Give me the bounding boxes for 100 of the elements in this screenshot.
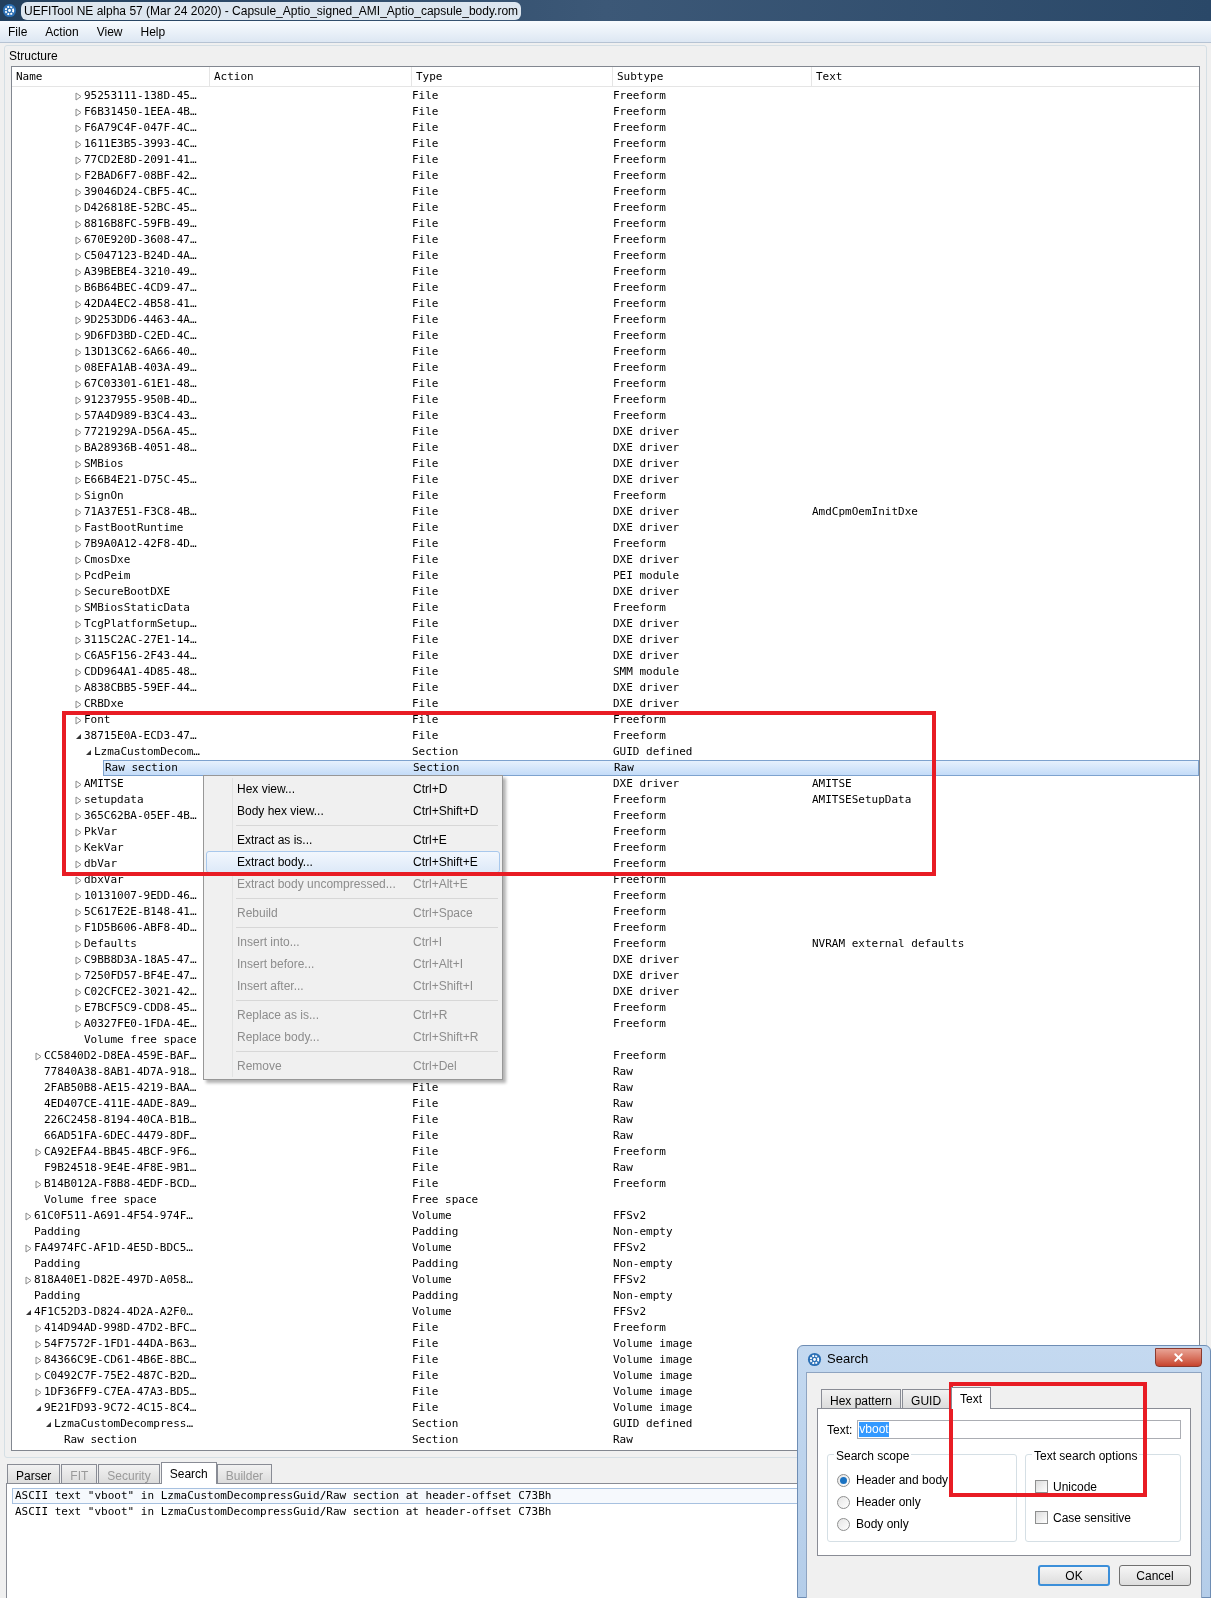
collapsed-triangle-icon[interactable] xyxy=(75,299,82,309)
collapsed-triangle-icon[interactable] xyxy=(75,507,82,517)
collapsed-triangle-icon[interactable] xyxy=(25,1275,32,1285)
collapsed-triangle-icon[interactable] xyxy=(75,91,82,101)
expanded-triangle-icon[interactable] xyxy=(45,1420,52,1428)
checkbox[interactable] xyxy=(1035,1480,1048,1493)
collapsed-triangle-icon[interactable] xyxy=(75,811,82,821)
collapsed-triangle-icon[interactable] xyxy=(35,1387,42,1397)
collapsed-triangle-icon[interactable] xyxy=(75,571,82,581)
radio-option[interactable]: Body only xyxy=(837,1513,1016,1535)
collapsed-triangle-icon[interactable] xyxy=(75,363,82,373)
collapsed-triangle-icon[interactable] xyxy=(75,107,82,117)
dialog-tab[interactable]: Text xyxy=(951,1387,992,1409)
dialog-tab[interactable]: GUID xyxy=(902,1389,951,1408)
collapsed-triangle-icon[interactable] xyxy=(75,795,82,805)
collapsed-triangle-icon[interactable] xyxy=(75,843,82,853)
collapsed-triangle-icon[interactable] xyxy=(75,683,82,693)
column-header[interactable]: Text xyxy=(812,67,1199,87)
collapsed-triangle-icon[interactable] xyxy=(35,1371,42,1381)
collapsed-triangle-icon[interactable] xyxy=(75,1019,82,1029)
selected-tree-row[interactable]: Raw section Section Raw xyxy=(103,760,1199,776)
collapsed-triangle-icon[interactable] xyxy=(75,875,82,885)
collapsed-triangle-icon[interactable] xyxy=(75,939,82,949)
menu-item[interactable]: File xyxy=(2,22,34,41)
collapsed-triangle-icon[interactable] xyxy=(75,139,82,149)
collapsed-triangle-icon[interactable] xyxy=(75,651,82,661)
collapsed-triangle-icon[interactable] xyxy=(75,891,82,901)
collapsed-triangle-icon[interactable] xyxy=(75,491,82,501)
menu-item[interactable]: View xyxy=(90,22,129,41)
radio-button[interactable] xyxy=(837,1517,850,1531)
collapsed-triangle-icon[interactable] xyxy=(75,251,82,261)
column-header[interactable]: Action xyxy=(210,67,412,87)
panel-tab[interactable]: Parser xyxy=(7,1464,61,1483)
menu-item[interactable]: Action xyxy=(39,22,85,41)
panel-tab[interactable]: Search xyxy=(160,1462,217,1484)
collapsed-triangle-icon[interactable] xyxy=(75,523,82,533)
column-header[interactable]: Name xyxy=(12,67,210,87)
collapsed-triangle-icon[interactable] xyxy=(75,555,82,565)
radio-button[interactable] xyxy=(837,1495,850,1509)
collapsed-triangle-icon[interactable] xyxy=(75,955,82,965)
collapsed-triangle-icon[interactable] xyxy=(75,827,82,837)
dialog-button[interactable]: OK xyxy=(1038,1565,1110,1586)
collapsed-triangle-icon[interactable] xyxy=(75,171,82,181)
collapsed-triangle-icon[interactable] xyxy=(75,187,82,197)
menu-item[interactable]: Body hex view... Ctrl+Shift+D xyxy=(206,800,500,822)
checkbox-option[interactable]: Case sensitive xyxy=(1035,1502,1180,1533)
dialog-button[interactable]: Cancel xyxy=(1119,1565,1191,1586)
collapsed-triangle-icon[interactable] xyxy=(75,539,82,549)
expanded-triangle-icon[interactable] xyxy=(25,1308,32,1316)
collapsed-triangle-icon[interactable] xyxy=(75,475,82,485)
collapsed-triangle-icon[interactable] xyxy=(75,987,82,997)
collapsed-triangle-icon[interactable] xyxy=(75,859,82,869)
menu-item[interactable]: Hex view... Ctrl+D xyxy=(206,778,500,800)
collapsed-triangle-icon[interactable] xyxy=(75,699,82,709)
collapsed-triangle-icon[interactable] xyxy=(75,331,82,341)
column-header[interactable]: Subtype xyxy=(613,67,812,87)
expanded-triangle-icon[interactable] xyxy=(85,748,92,756)
collapsed-triangle-icon[interactable] xyxy=(75,155,82,165)
collapsed-triangle-icon[interactable] xyxy=(75,715,82,725)
collapsed-triangle-icon[interactable] xyxy=(35,1179,42,1189)
radio-button[interactable] xyxy=(837,1473,850,1487)
collapsed-triangle-icon[interactable] xyxy=(75,411,82,421)
collapsed-triangle-icon[interactable] xyxy=(75,971,82,981)
collapsed-triangle-icon[interactable] xyxy=(75,283,82,293)
collapsed-triangle-icon[interactable] xyxy=(75,379,82,389)
collapsed-triangle-icon[interactable] xyxy=(75,219,82,229)
collapsed-triangle-icon[interactable] xyxy=(75,619,82,629)
radio-option[interactable]: Header and body xyxy=(837,1469,1016,1491)
expanded-triangle-icon[interactable] xyxy=(75,732,82,740)
collapsed-triangle-icon[interactable] xyxy=(75,779,82,789)
collapsed-triangle-icon[interactable] xyxy=(75,459,82,469)
close-button[interactable] xyxy=(1155,1347,1202,1367)
collapsed-triangle-icon[interactable] xyxy=(75,235,82,245)
collapsed-triangle-icon[interactable] xyxy=(75,1003,82,1013)
menu-item[interactable]: Help xyxy=(134,22,172,41)
column-header[interactable]: Type xyxy=(412,67,613,87)
collapsed-triangle-icon[interactable] xyxy=(35,1147,42,1157)
collapsed-triangle-icon[interactable] xyxy=(75,667,82,677)
collapsed-triangle-icon[interactable] xyxy=(75,123,82,133)
expanded-triangle-icon[interactable] xyxy=(35,1404,42,1412)
collapsed-triangle-icon[interactable] xyxy=(35,1355,42,1365)
collapsed-triangle-icon[interactable] xyxy=(75,443,82,453)
collapsed-triangle-icon[interactable] xyxy=(75,427,82,437)
collapsed-triangle-icon[interactable] xyxy=(75,603,82,613)
collapsed-triangle-icon[interactable] xyxy=(75,267,82,277)
collapsed-triangle-icon[interactable] xyxy=(75,907,82,917)
collapsed-triangle-icon[interactable] xyxy=(25,1211,32,1221)
collapsed-triangle-icon[interactable] xyxy=(75,203,82,213)
collapsed-triangle-icon[interactable] xyxy=(75,635,82,645)
dialog-tab[interactable]: Hex pattern xyxy=(821,1389,902,1408)
collapsed-triangle-icon[interactable] xyxy=(25,1243,32,1253)
collapsed-triangle-icon[interactable] xyxy=(75,395,82,405)
checkbox[interactable] xyxy=(1035,1511,1048,1524)
menu-item[interactable]: Extract as is... Ctrl+E xyxy=(206,829,500,851)
collapsed-triangle-icon[interactable] xyxy=(75,315,82,325)
collapsed-triangle-icon[interactable] xyxy=(75,923,82,933)
collapsed-triangle-icon[interactable] xyxy=(75,587,82,597)
collapsed-triangle-icon[interactable] xyxy=(75,347,82,357)
collapsed-triangle-icon[interactable] xyxy=(35,1323,42,1333)
menu-item[interactable]: Extract body... Ctrl+Shift+E xyxy=(206,851,500,873)
